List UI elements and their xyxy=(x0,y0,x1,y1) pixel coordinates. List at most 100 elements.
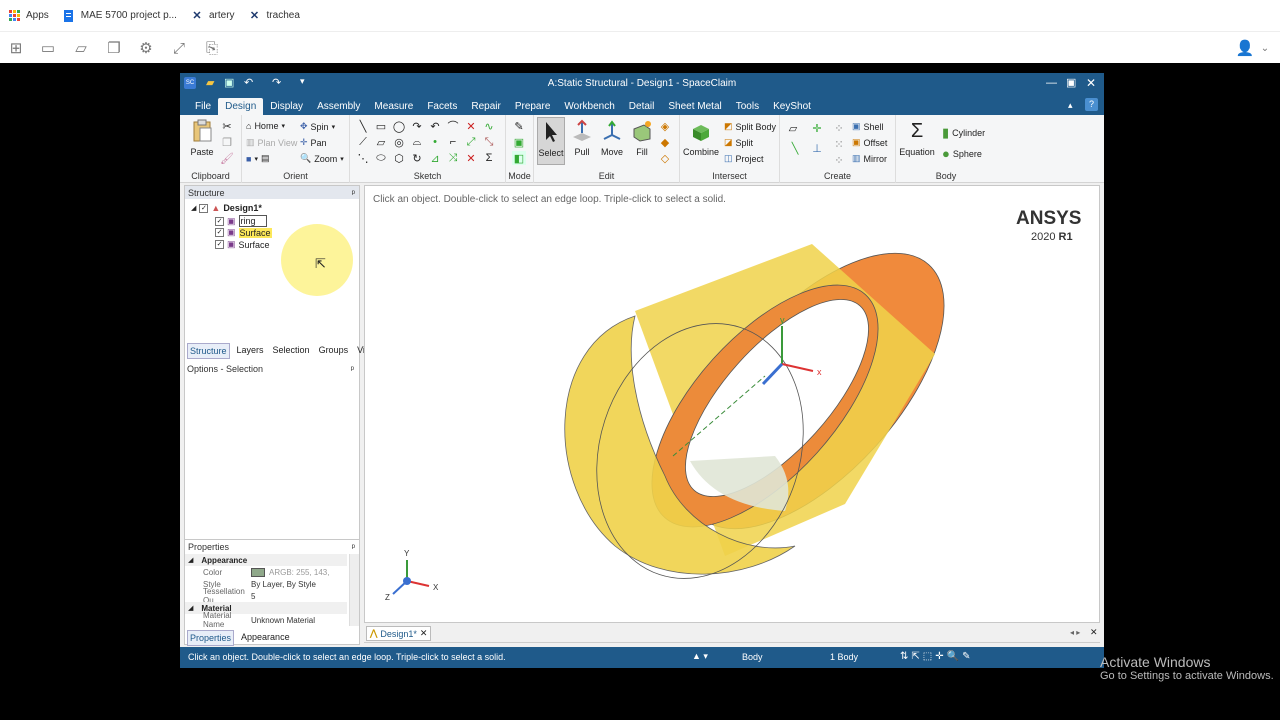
plan-view-button[interactable]: ▥ Plan View xyxy=(246,137,297,148)
sphere-button[interactable]: ● Sphere xyxy=(942,146,982,161)
present-icon[interactable]: ⎘ xyxy=(203,39,221,57)
ellipse-circle-icon[interactable]: ◎ xyxy=(392,135,406,149)
sketch-tool-icon[interactable]: ✎ xyxy=(962,651,973,662)
grid-view-icon[interactable]: ⊞ xyxy=(7,39,25,57)
tangent-line-icon[interactable]: ⟋ xyxy=(356,135,370,149)
tree-item-ring[interactable]: ✓ ▣ ring xyxy=(215,215,267,227)
pan-button[interactable]: ✛ Pan xyxy=(300,137,327,148)
menu-repair[interactable]: Repair xyxy=(464,98,507,115)
fill-pattern-icon[interactable]: ⁘ xyxy=(832,153,846,167)
visibility-checkbox[interactable]: ✓ xyxy=(215,228,224,237)
equation-button[interactable]: Σ Equation xyxy=(898,119,936,157)
tab-selection[interactable]: Selection xyxy=(271,343,312,359)
cylinder-model[interactable]: y x Y X Z xyxy=(365,186,1101,624)
view-style-button[interactable]: ■ ▾ ▤ xyxy=(246,153,269,164)
rotate-icon[interactable]: ↻ xyxy=(410,151,424,165)
tab-groups[interactable]: Groups xyxy=(317,343,351,359)
circle-icon[interactable]: ◯ xyxy=(392,119,406,133)
cut-icon[interactable]: ✂ xyxy=(220,119,234,133)
move-button[interactable]: Move xyxy=(598,119,626,157)
three-point-arc-icon[interactable]: ⌓ xyxy=(410,135,424,149)
user-icon[interactable]: 👤 xyxy=(1236,39,1255,57)
replace-icon[interactable]: ◇ xyxy=(658,151,672,165)
bookmark-trachea[interactable]: ✕ trachea xyxy=(249,10,300,22)
project-button[interactable]: ◫ Project xyxy=(724,153,764,164)
blend-icon[interactable]: ◈ xyxy=(658,119,672,133)
zoom-button[interactable]: 🔍 Zoom ▾ xyxy=(300,153,344,164)
circular-pattern-icon[interactable]: ⁙ xyxy=(832,137,846,151)
tab-scroll-icon[interactable]: ◂ ▸ xyxy=(1070,628,1080,637)
bookmark-artery[interactable]: ✕ artery xyxy=(191,10,234,22)
tree-item-surface-1[interactable]: ✓ ▣ Surface xyxy=(215,227,272,238)
menu-tools[interactable]: Tools xyxy=(729,98,766,115)
visibility-checkbox[interactable]: ✓ xyxy=(199,203,209,213)
menu-sheet-metal[interactable]: Sheet Metal xyxy=(661,98,728,115)
appearance-section[interactable]: ◢ Appearance xyxy=(185,554,347,566)
combine-button[interactable]: Combine xyxy=(682,119,720,157)
fill-button[interactable]: Fill xyxy=(628,119,656,157)
split-body-button[interactable]: ◩ Split Body xyxy=(724,121,776,132)
tab-structure[interactable]: Structure xyxy=(187,343,230,359)
sketch-mode-icon[interactable]: ✎ xyxy=(512,119,526,133)
point-create-icon[interactable]: ⊥ xyxy=(810,141,824,155)
menu-display[interactable]: Display xyxy=(263,98,310,115)
rectangle-icon[interactable]: ▭ xyxy=(374,119,388,133)
minimize-icon[interactable]: — xyxy=(1046,77,1057,89)
close-icon[interactable]: ✕ xyxy=(1086,76,1096,90)
cylinder-button[interactable]: ▮ Cylinder xyxy=(942,125,985,141)
visibility-checkbox[interactable]: ✓ xyxy=(215,216,224,226)
menu-prepare[interactable]: Prepare xyxy=(508,98,558,115)
collapse-icon[interactable]: ◢ xyxy=(191,204,196,212)
select-tool-icon[interactable]: ⇱ xyxy=(911,651,922,662)
spin-button[interactable]: ✥ Spin ▾ xyxy=(300,121,335,132)
select-button[interactable]: Select xyxy=(537,117,565,165)
menu-workbench[interactable]: Workbench xyxy=(557,98,621,115)
sweep-arc-icon[interactable]: ⌒ xyxy=(446,119,460,133)
pin-icon[interactable]: ᵖ xyxy=(352,542,355,552)
line-icon[interactable]: ╲ xyxy=(356,119,370,133)
create-corner-icon[interactable]: ⊿ xyxy=(428,151,442,165)
property-row-material-name[interactable]: Material Name Unknown Material xyxy=(185,611,347,629)
tab-properties[interactable]: Properties xyxy=(187,630,235,646)
bend-icon[interactable]: ⌐ xyxy=(446,135,460,149)
copy-icon[interactable]: ❐ xyxy=(105,39,123,57)
pin-icon[interactable]: ᵖ xyxy=(351,364,354,376)
construction-line-icon[interactable]: ⋱ xyxy=(356,151,370,165)
axis-icon[interactable]: ╲ xyxy=(788,141,802,155)
maximize-icon[interactable]: ▣ xyxy=(1066,76,1076,89)
document-tab[interactable]: ⋀ Design1* ✕ xyxy=(366,626,432,641)
close-document-icon[interactable]: ✕ xyxy=(1090,627,1098,638)
tree-item-label[interactable]: ring xyxy=(238,215,267,227)
point-icon[interactable]: • xyxy=(428,135,442,149)
spline-icon[interactable]: ∿ xyxy=(482,119,496,133)
ellipse-icon[interactable]: ⬭ xyxy=(374,151,388,165)
format-painter-icon[interactable]: 🖌 xyxy=(220,151,234,165)
menu-file[interactable]: File xyxy=(188,98,218,115)
menu-detail[interactable]: Detail xyxy=(622,98,662,115)
status-warning-icon[interactable]: ▲ ▾ xyxy=(692,651,708,662)
tab-layers[interactable]: Layers xyxy=(235,343,266,359)
folder-icon[interactable]: ▱ xyxy=(72,39,90,57)
zoom-tool-icon[interactable]: 🔍 xyxy=(947,651,962,662)
selection-filter[interactable]: Body xyxy=(742,652,763,662)
split-line-icon[interactable]: ✕ xyxy=(464,151,478,165)
chevron-down-icon[interactable]: ⌄ xyxy=(1256,39,1274,57)
mirror-button[interactable]: ▥ Mirror xyxy=(852,153,887,164)
menu-measure[interactable]: Measure xyxy=(367,98,420,115)
split-button[interactable]: ◪ Split xyxy=(724,137,753,148)
paste-button[interactable]: Paste xyxy=(186,119,218,157)
menu-facets[interactable]: Facets xyxy=(420,98,464,115)
tweak-face-icon[interactable]: ◆ xyxy=(658,135,672,149)
spin-tool-icon[interactable]: ⇅ xyxy=(900,651,911,662)
graphics-viewport[interactable]: Click an object. Double-click to select … xyxy=(364,185,1100,623)
tree-item-design1[interactable]: ◢ ✓ ▲ Design1* xyxy=(191,203,262,213)
home-button[interactable]: ⌂ Home ▾ xyxy=(246,121,285,131)
pin-icon[interactable]: ᵖ xyxy=(352,188,355,198)
ribbon-collapse-icon[interactable]: ▴ xyxy=(1068,100,1073,111)
project-icon[interactable]: ⤡ xyxy=(482,135,496,149)
offset-button[interactable]: ▣ Offset xyxy=(852,137,887,148)
bookmark-apps[interactable]: Apps xyxy=(8,10,49,22)
copy-icon[interactable]: ❐ xyxy=(220,135,234,149)
tangent-arc-icon[interactable]: ↶ xyxy=(428,119,442,133)
bookmark-mae5700[interactable]: MAE 5700 project p... xyxy=(63,9,177,22)
